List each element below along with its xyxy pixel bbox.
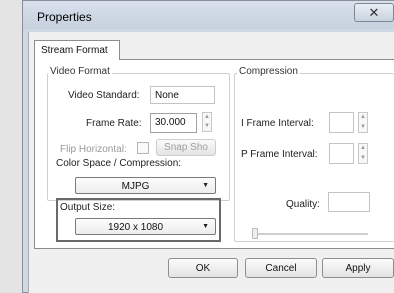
spin-down-icon[interactable]: ▼ <box>359 123 367 133</box>
i-frame-interval-input[interactable] <box>329 112 354 133</box>
quality-slider-thumb[interactable] <box>252 228 258 239</box>
p-frame-interval-label: P Frame Interval: <box>241 149 318 160</box>
close-button[interactable]: ✕ <box>354 3 394 22</box>
chevron-down-icon: ▼ <box>202 182 209 189</box>
flip-horizontal-checkbox[interactable] <box>137 142 149 154</box>
spin-up-icon[interactable]: ▲ <box>359 113 367 123</box>
compression-title: Compression <box>237 66 300 77</box>
output-size-label: Output Size: <box>60 202 116 213</box>
frame-rate-label: Frame Rate: <box>86 118 142 129</box>
quality-label: Quality: <box>286 199 320 210</box>
spin-up-icon[interactable]: ▲ <box>203 113 211 122</box>
chevron-down-icon: ▼ <box>202 223 209 230</box>
tab-stream-format[interactable]: Stream Format <box>34 40 120 60</box>
flip-horizontal-label: Flip Horizontal: <box>60 144 127 155</box>
frame-rate-spinner[interactable]: ▲ ▼ <box>202 112 212 132</box>
output-size-select[interactable]: 1920 x 1080 ▼ <box>75 218 216 235</box>
snapshot-label: Snap Sho <box>164 142 208 153</box>
video-format-title: Video Format <box>48 66 112 77</box>
cancel-button[interactable]: Cancel <box>245 258 317 278</box>
spin-down-icon[interactable]: ▼ <box>359 154 367 164</box>
color-space-value: MJPG <box>121 181 150 192</box>
frame-rate-input[interactable]: 30.000 <box>150 113 197 133</box>
quality-slider-track[interactable] <box>255 233 368 235</box>
video-standard-field: None <box>150 86 215 104</box>
apply-label: Apply <box>345 262 371 274</box>
spin-down-icon[interactable]: ▼ <box>203 122 211 131</box>
spin-up-icon[interactable]: ▲ <box>359 144 367 154</box>
ok-label: OK <box>195 262 211 274</box>
p-frame-spinner[interactable]: ▲ ▼ <box>358 143 368 164</box>
i-frame-interval-label: I Frame Interval: <box>241 118 314 129</box>
snapshot-button[interactable]: Snap Sho <box>156 139 216 156</box>
video-standard-label: Video Standard: <box>68 90 140 101</box>
color-space-select[interactable]: MJPG ▼ <box>75 177 216 194</box>
dialog-title: Properties <box>37 10 92 24</box>
p-frame-interval-input[interactable] <box>329 143 354 164</box>
quality-input[interactable] <box>328 192 370 212</box>
cancel-label: Cancel <box>265 262 297 274</box>
close-icon: ✕ <box>368 4 380 20</box>
color-space-label: Color Space / Compression: <box>56 158 182 169</box>
output-size-value: 1920 x 1080 <box>107 222 164 233</box>
ok-button[interactable]: OK <box>168 258 238 278</box>
apply-button[interactable]: Apply <box>322 258 394 278</box>
i-frame-spinner[interactable]: ▲ ▼ <box>358 112 368 133</box>
